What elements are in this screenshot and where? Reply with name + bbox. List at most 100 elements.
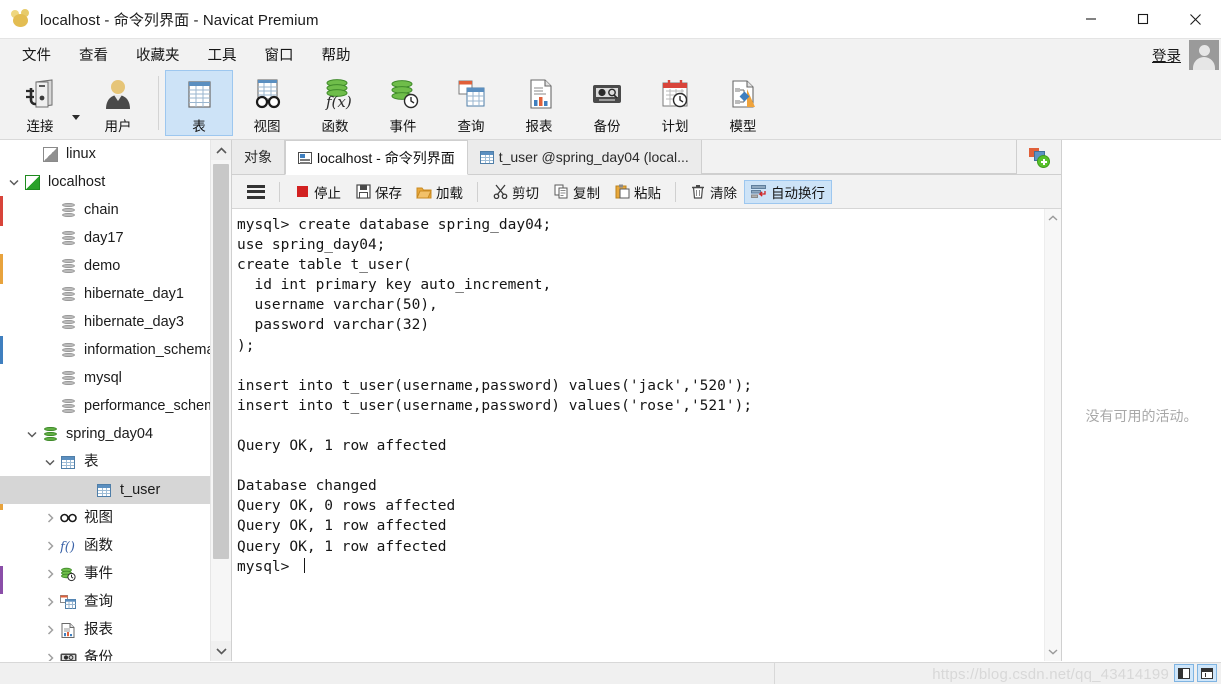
tree-item-t_user[interactable]: t_user [0,476,231,504]
menu-item-tools[interactable]: 工具 [194,40,251,69]
tree-item-hibernate_day1[interactable]: hibernate_day1 [0,280,231,308]
minimize-button[interactable] [1065,0,1117,38]
tree-item-performance_schema[interactable]: performance_schema [0,392,231,420]
tree-item-localhost[interactable]: localhost [0,168,231,196]
sidebar-scrollbar[interactable] [210,140,231,661]
tab-console[interactable]: localhost - 命令列界面 [285,140,468,175]
model-icon [725,76,761,112]
toolbar-button-view[interactable]: 视图 [233,70,301,136]
chevron-right-icon[interactable] [42,566,58,582]
menu-item-favorites[interactable]: 收藏夹 [122,40,194,69]
tree-item-label: 表 [84,453,99,470]
database-icon [58,257,78,275]
chevron-right-icon[interactable] [42,510,58,526]
copy-icon [553,184,569,200]
tree-item-[interactable]: 事件 [0,560,231,588]
sidebar-scroll-thumb[interactable] [213,164,229,559]
chevron-down-icon[interactable] [6,174,22,190]
tab-label: t_user @spring_day04 (local... [498,149,689,165]
connection-icon [22,76,58,112]
toolbar-button-table[interactable]: 表 [165,70,233,136]
toolbar-button-backup[interactable]: 备份 [573,70,641,136]
tree-item-[interactable]: f() 函数 [0,532,231,560]
menu-item-view[interactable]: 查看 [65,40,122,69]
query-icon [58,593,78,611]
window-title: localhost - 命令列界面 - Navicat Premium [40,11,319,29]
tab-table-t-user[interactable]: t_user @spring_day04 (local... [467,140,702,174]
avatar[interactable] [1189,40,1219,70]
toolbar-button-schedule[interactable]: 计划 [641,70,709,136]
chevron-down-icon[interactable] [42,454,58,470]
toolbar-button-function[interactable]: f(x) 函数 [301,70,369,136]
toolbar-label: 报表 [525,119,553,134]
split-horizontal-button[interactable] [1197,664,1217,682]
button-label: 清除 [710,185,737,201]
scroll-up-arrow[interactable] [1045,209,1061,227]
tree-item-information_schema[interactable]: information_schema [0,336,231,364]
cut-button[interactable]: 剪切 [485,180,546,204]
table-grid-icon [479,150,494,164]
database-icon [58,313,78,331]
scroll-down-arrow[interactable] [211,641,231,661]
chevron-right-icon[interactable] [42,622,58,638]
scroll-up-arrow[interactable] [211,140,231,160]
console-menu-button[interactable] [240,180,272,204]
status-bar-right [775,663,1221,684]
tree-item-spring_day04[interactable]: spring_day04 [0,420,231,448]
close-button[interactable] [1169,0,1221,38]
tree-item-label: hibernate_day3 [84,313,184,330]
clear-button[interactable]: 清除 [683,180,744,204]
scroll-down-arrow[interactable] [1045,643,1061,661]
word-wrap-button[interactable]: 自动换行 [744,179,832,204]
tree-item-label: 备份 [84,649,113,661]
toolbar-label: 表 [192,119,206,134]
tab-strip: 对象 localhost - 命令列界面 t_user @spring_day0… [232,140,1061,175]
copy-button[interactable]: 复制 [546,180,607,204]
tree-item-[interactable]: 查询 [0,588,231,616]
event-icon [58,565,78,583]
tree-item-[interactable]: 表 [0,448,231,476]
load-button[interactable]: 加载 [409,180,470,204]
chevron-right-icon[interactable] [42,650,58,661]
database-icon [58,229,78,247]
save-button[interactable]: 保存 [348,180,409,204]
tree-item-[interactable]: 报表 [0,616,231,644]
toolbar-button-event[interactable]: 事件 [369,70,437,136]
toolbar-button-model[interactable]: 模型 [709,70,777,136]
login-link[interactable]: 登录 [1152,45,1181,66]
button-label: 停止 [314,185,341,201]
load-icon [416,184,432,200]
backup-icon [589,76,625,112]
tree-item-[interactable]: 备份 [0,644,231,661]
toolbar-group-objects: 表 视图 f(x) 函数 事件 查询 报表 备份 计划 模型 [165,70,777,140]
tree-item-hibernate_day3[interactable]: hibernate_day3 [0,308,231,336]
tree-item-[interactable]: 视图 [0,504,231,532]
menu-item-window[interactable]: 窗口 [251,40,308,69]
chevron-down-icon[interactable] [24,426,40,442]
split-vertical-button[interactable] [1174,664,1194,682]
console-scrollbar[interactable] [1044,209,1061,661]
maximize-button[interactable] [1117,0,1169,38]
main-toolbar: 连接 用户 表 视图 f(x) 函数 事件 查询 报表 备份 计划 模型 [0,70,1221,140]
chevron-right-icon[interactable] [42,594,58,610]
toolbar-button-query[interactable]: 查询 [437,70,505,136]
menu-item-help[interactable]: 帮助 [308,40,365,69]
stop-button[interactable]: 停止 [287,180,348,204]
tree-item-chain[interactable]: chain [0,196,231,224]
new-query-button[interactable] [1016,140,1061,174]
toolbar-button-connection[interactable]: 连接 [6,70,74,136]
tree-item-day17[interactable]: day17 [0,224,231,252]
tree-item-label: 查询 [84,593,113,610]
tree-item-demo[interactable]: demo [0,252,231,280]
menu-item-file[interactable]: 文件 [8,40,65,69]
sql-console[interactable]: mysql> create database spring_day04; use… [232,209,1044,661]
paste-button[interactable]: 粘贴 [607,180,668,204]
tab-objects[interactable]: 对象 [232,140,285,174]
tree-item-mysql[interactable]: mysql [0,364,231,392]
toolbar-button-report[interactable]: 报表 [505,70,573,136]
chevron-right-icon[interactable] [42,538,58,554]
tree-item-linux[interactable]: linux [0,140,231,168]
toolbar-button-user[interactable]: 用户 [84,70,152,136]
query-icon [453,76,489,112]
